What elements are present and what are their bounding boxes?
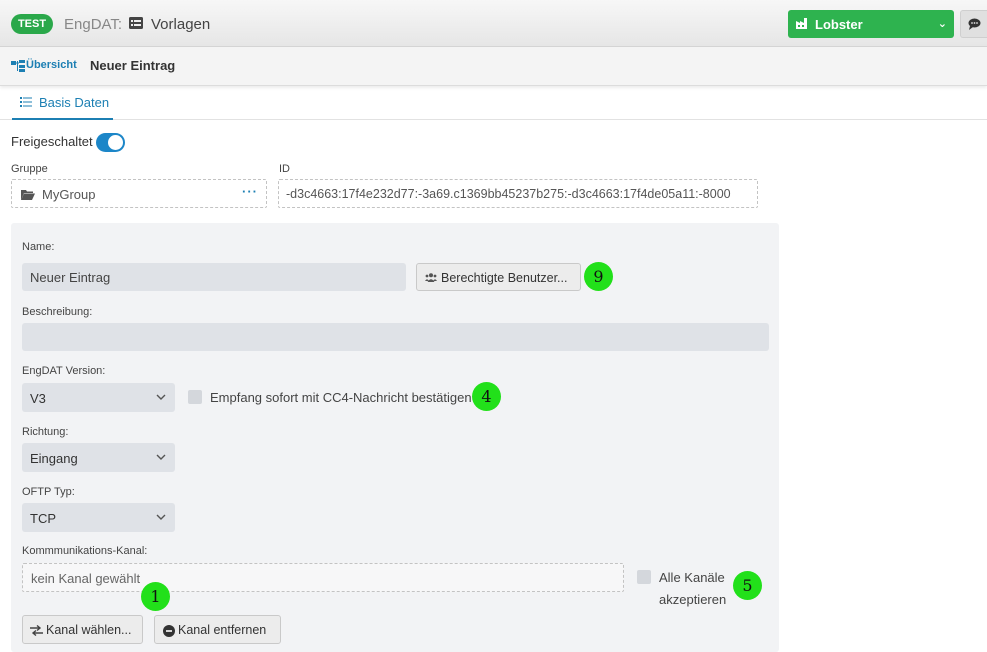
- breadcrumb-current: Neuer Eintrag: [90, 58, 176, 73]
- folder-open-icon: [21, 190, 35, 200]
- chevron-down-icon: [156, 514, 166, 520]
- oftp-select[interactable]: TCP: [22, 503, 175, 532]
- enabled-toggle[interactable]: [96, 133, 125, 152]
- cc4-checkbox[interactable]: [188, 390, 202, 404]
- list-icon: [20, 97, 32, 107]
- chevron-down-icon: [156, 394, 166, 400]
- exchange-icon: [30, 625, 43, 636]
- choose-channel-button[interactable]: Kanal wählen...: [22, 615, 143, 644]
- chevron-down-icon: ⌄: [937, 18, 947, 30]
- all-channels-checkbox[interactable]: [637, 570, 651, 584]
- group-value: MyGroup: [42, 187, 96, 202]
- minus-circle-icon: [163, 625, 175, 637]
- chat-button[interactable]: [960, 10, 987, 38]
- channel-label: Kommmunikations-Kanal:: [22, 545, 148, 557]
- group-label: Gruppe: [11, 163, 48, 175]
- breadcrumb-overview-link[interactable]: Übersicht: [26, 59, 77, 71]
- annotation-marker-5: 5: [733, 571, 762, 600]
- tab-label: Basis Daten: [39, 95, 110, 110]
- breadcrumb: Übersicht Neuer Eintrag: [0, 47, 987, 86]
- users-icon: [425, 273, 437, 282]
- oftp-value: TCP: [30, 511, 56, 526]
- id-value: -d3c4663:17f4e232d77:-3a69.c1369bb45237b…: [286, 187, 731, 201]
- remove-channel-label: Kanal entfernen: [178, 623, 267, 637]
- group-field[interactable]: MyGroup ···: [11, 179, 267, 208]
- remove-channel-button[interactable]: Kanal entfernen: [154, 615, 281, 644]
- env-badge: TEST: [11, 14, 53, 34]
- name-label: Name:: [22, 241, 55, 253]
- app-name: EngDAT:: [64, 16, 123, 33]
- authorized-users-label: Berechtigte Benutzer...: [441, 271, 568, 285]
- all-channels-label-line1: Alle Kanäle: [659, 570, 725, 585]
- cc4-checkbox-label: Empfang sofort mit CC4-Nachricht bestäti…: [210, 390, 472, 405]
- oftp-label: OFTP Typ:: [22, 486, 75, 498]
- annotation-marker-4: 4: [472, 382, 501, 411]
- sitemap-icon: [11, 60, 25, 72]
- choose-channel-label: Kanal wählen...: [46, 623, 132, 637]
- top-bar: TEST EngDAT: Vorlagen Lobster ⌄: [0, 0, 987, 47]
- factory-icon: [796, 18, 807, 29]
- name-input[interactable]: Neuer Eintrag: [22, 263, 406, 291]
- version-value: V3: [30, 391, 46, 406]
- direction-value: Eingang: [30, 451, 78, 466]
- id-label: ID: [279, 163, 290, 175]
- id-field: -d3c4663:17f4e232d77:-3a69.c1369bb45237b…: [278, 179, 758, 208]
- authorized-users-button[interactable]: Berechtigte Benutzer...: [416, 263, 581, 291]
- comment-icon: [968, 18, 981, 30]
- section-title: Vorlagen: [151, 16, 211, 33]
- group-more-button[interactable]: ···: [242, 184, 258, 199]
- direction-label: Richtung:: [22, 426, 69, 438]
- version-label: EngDAT Version:: [22, 365, 106, 377]
- account-menu-label: Lobster: [815, 17, 863, 32]
- toggle-knob: [108, 135, 123, 150]
- annotation-marker-9: 9: [584, 262, 613, 291]
- channel-field: kein Kanal gewählt: [22, 563, 624, 592]
- name-value: Neuer Eintrag: [30, 270, 111, 285]
- annotation-marker-1: 1: [141, 582, 170, 611]
- all-channels-label-line2: akzeptieren: [659, 592, 727, 607]
- direction-select[interactable]: Eingang: [22, 443, 175, 472]
- table-list-icon: [129, 17, 143, 29]
- tab-bar: Basis Daten: [0, 86, 987, 120]
- enabled-label: Freigeschaltet: [11, 134, 93, 149]
- channel-value: kein Kanal gewählt: [31, 571, 141, 586]
- description-input[interactable]: [22, 323, 769, 351]
- description-label: Beschreibung:: [22, 306, 93, 318]
- chevron-down-icon: [156, 454, 166, 460]
- account-menu-button[interactable]: Lobster ⌄: [788, 10, 954, 38]
- tab-basis-daten[interactable]: Basis Daten: [12, 86, 113, 120]
- version-select[interactable]: V3: [22, 383, 175, 412]
